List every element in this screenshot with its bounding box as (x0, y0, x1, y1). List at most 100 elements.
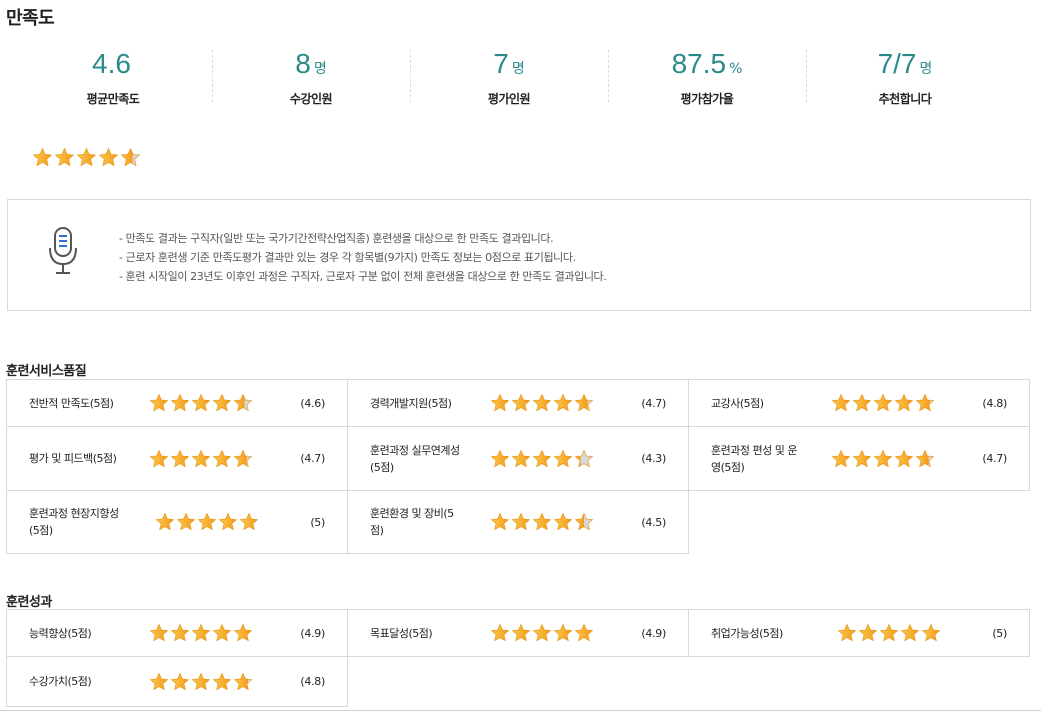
star-icon (880, 624, 898, 642)
rating-label: 교강사(5점) (711, 396, 764, 410)
star-icon (491, 394, 509, 412)
rating-cell: 목표달성(5점) (4.9) (347, 610, 688, 656)
rating-label: 능력향상(5점) (29, 626, 92, 640)
star-icon (192, 672, 210, 690)
rating-stars (831, 449, 935, 469)
stats-bar: 4.6 평균만족도 8명 수강인원 7명 평가인원 87.5% 평가참가율 7/… (14, 48, 1024, 106)
star-icon (177, 513, 195, 531)
rating-cell: 취업가능성(5점) (5) (688, 610, 1030, 656)
microphone-icon (49, 227, 77, 274)
service-quality-grid: 전반적 만족도(5점) (4.6) 경력개발지원(5점) (4.7) 교강사(5… (6, 379, 1030, 554)
star-icon (575, 624, 593, 642)
stat-label: 평균만족도 (86, 92, 140, 106)
rating-score: (4.9) (300, 626, 325, 640)
star-icon (491, 624, 509, 642)
star-icon (198, 513, 216, 531)
rating-stars (837, 623, 941, 643)
rating-label: 경력개발지원(5점) (370, 396, 452, 410)
rating-stars (149, 449, 253, 469)
star-icon (554, 624, 572, 642)
stat-enrolled: 8명 수강인원 (212, 48, 410, 106)
table-row: 수강가치(5점) (4.8) (6, 657, 1030, 707)
star-icon (491, 449, 509, 467)
stat-label: 추천합니다 (878, 92, 932, 106)
rating-score: (4.8) (300, 675, 325, 688)
rating-stars (490, 512, 594, 532)
star-icon (895, 449, 913, 467)
star-icon (512, 513, 530, 531)
stat-label: 수강인원 (289, 92, 333, 106)
star-icon (150, 624, 168, 642)
divider (0, 710, 1041, 711)
star-icon (171, 449, 189, 467)
table-row: 훈련과정 현장지향성(5점) (5) 훈련환경 및 장비(5점) (4.5) (6, 491, 1030, 554)
rating-score: (4.7) (982, 452, 1007, 465)
star-icon (832, 449, 850, 467)
stat-average-satisfaction: 4.6 평균만족도 (14, 48, 212, 106)
rating-score: (5) (992, 626, 1007, 640)
star-icon (234, 449, 252, 467)
star-icon (512, 449, 530, 467)
star-icon (491, 513, 509, 531)
rating-cell: 경력개발지원(5점) (4.7) (347, 380, 688, 426)
star-icon (554, 394, 572, 412)
star-icon (192, 449, 210, 467)
rating-score: (4.5) (641, 515, 666, 529)
star-icon (219, 513, 237, 531)
stat-value: 4.6 (92, 48, 131, 79)
stat-participation-rate: 87.5% 평가참가율 (608, 48, 806, 106)
rating-score: (4.6) (300, 396, 325, 410)
rating-stars (155, 512, 259, 532)
star-icon (33, 148, 52, 166)
star-icon (874, 449, 892, 467)
star-icon (533, 624, 551, 642)
rating-label: 전반적 만족도(5점) (29, 396, 114, 410)
star-icon (171, 624, 189, 642)
stat-evaluators: 7명 평가인원 (410, 48, 608, 106)
star-icon (192, 394, 210, 412)
notice-line: - 만족도 결과는 구직자(일반 또는 국가기간전략산업직종) 훈련생을 대상으… (119, 232, 554, 245)
stat-value: 8 (295, 48, 311, 79)
rating-stars (831, 393, 935, 413)
rating-score: (4.3) (641, 452, 666, 465)
star-icon (192, 624, 210, 642)
star-icon (77, 148, 96, 166)
rating-cell: 능력향상(5점) (4.9) (6, 610, 347, 656)
rating-cell: 훈련과정 실무연계성(5점) (4.3) (347, 427, 688, 490)
stat-value: 7/7 (877, 48, 917, 79)
overall-star-rating (32, 147, 141, 168)
table-row: 전반적 만족도(5점) (4.6) 경력개발지원(5점) (4.7) 교강사(5… (6, 380, 1030, 427)
star-icon (853, 394, 871, 412)
star-icon (533, 449, 551, 467)
rating-cell: 훈련과정 현장지향성(5점) (5) (6, 491, 347, 554)
star-icon (150, 672, 168, 690)
star-icon (838, 624, 856, 642)
notice-line: - 근로자 훈련생 기준 만족도평가 결과만 있는 경우 각 항목별(9가지) … (119, 251, 576, 264)
rating-cell: 전반적 만족도(5점) (4.6) (6, 380, 347, 426)
rating-score: (5) (310, 515, 325, 529)
rating-cell: 교강사(5점) (4.8) (688, 380, 1030, 426)
star-icon (99, 148, 118, 166)
rating-label: 훈련환경 및 장비(5점) (370, 507, 454, 537)
stat-value: 87.5 (671, 48, 727, 79)
rating-stars (149, 393, 253, 413)
page-title: 만족도 (6, 8, 55, 29)
table-row: 능력향상(5점) (4.9) 목표달성(5점) (4.9) 취업가능성(5점) … (6, 610, 1030, 657)
star-icon (832, 394, 850, 412)
star-icon (575, 449, 593, 467)
rating-label: 취업가능성(5점) (711, 626, 783, 640)
rating-label: 훈련과정 편성 및 운영(5점) (711, 443, 797, 474)
star-icon (554, 449, 572, 467)
stat-label: 평가참가율 (680, 92, 734, 106)
star-icon (575, 394, 593, 412)
rating-label: 평가 및 피드백(5점) (29, 452, 117, 465)
rating-score: (4.7) (300, 452, 325, 465)
star-icon (150, 449, 168, 467)
star-icon (901, 624, 919, 642)
stat-unit: 명 (511, 61, 525, 77)
star-icon (213, 672, 231, 690)
star-icon (234, 394, 252, 412)
rating-stars (490, 449, 594, 469)
star-icon (213, 624, 231, 642)
rating-score: (4.7) (641, 396, 666, 410)
